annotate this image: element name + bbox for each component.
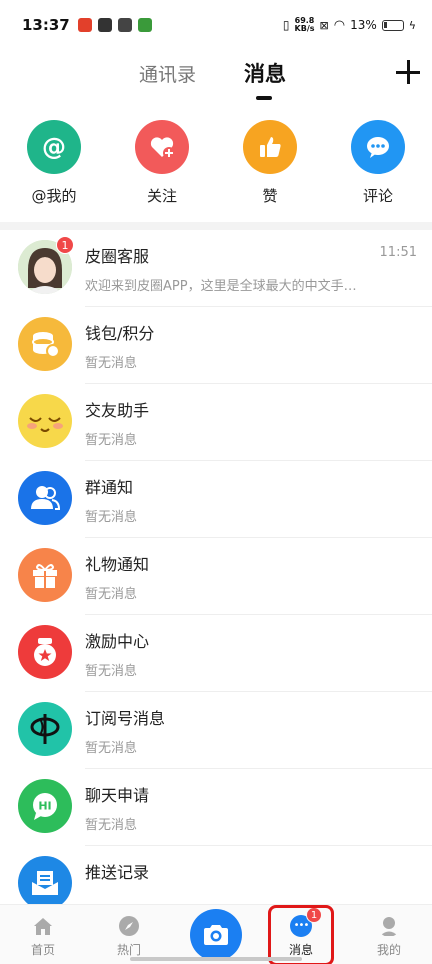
home-indicator <box>130 957 302 961</box>
battery-percent: 13% <box>350 18 377 32</box>
list-item-title: 礼物通知 <box>85 555 150 574</box>
coins-icon <box>18 317 72 371</box>
bottom-nav: 首页 热门 ••• 1 消息 我的 <box>0 904 432 964</box>
vibrate-icon: ▯ <box>282 18 290 32</box>
app-notification-icon <box>137 18 152 32</box>
list-item-title: 订阅号消息 <box>85 709 166 728</box>
section-divider <box>0 222 432 230</box>
list-item-preview: 暂无消息 <box>85 356 138 371</box>
nav-home-label: 首页 <box>30 943 55 957</box>
list-item-preview: 暂无消息 <box>85 587 138 602</box>
nav-hot-label: 热门 <box>116 943 141 957</box>
list-item-incentive-center[interactable]: 激励中心 暂无消息 <box>0 615 432 692</box>
list-item-title: 推送记录 <box>85 863 150 882</box>
svg-text:@: @ <box>42 133 66 161</box>
list-item-gift-notice[interactable]: 礼物通知 暂无消息 <box>0 538 432 615</box>
compass-icon <box>119 916 139 936</box>
list-item-preview: 暂无消息 <box>85 741 138 756</box>
mail-tray-icon <box>18 856 72 910</box>
comment-icon <box>351 120 405 174</box>
quick-action-label: 关注 <box>146 187 177 205</box>
nav-home[interactable]: 首页 <box>8 905 78 964</box>
active-tab-indicator <box>256 96 272 100</box>
quick-action-likes[interactable]: 赞 <box>216 120 324 212</box>
quick-action-label: @我的 <box>31 187 77 205</box>
heart-plus-icon <box>135 120 189 174</box>
svg-text:HI: HI <box>38 800 51 813</box>
subscription-icon <box>18 702 72 756</box>
quick-action-label: 评论 <box>362 187 393 205</box>
camera-icon <box>204 925 228 945</box>
tab-messages[interactable]: 消息 <box>244 58 286 88</box>
list-item-preview: 暂无消息 <box>85 510 138 525</box>
charging-icon: ϟ <box>408 18 416 32</box>
thumbs-up-icon <box>243 120 297 174</box>
list-item-title: 群通知 <box>85 478 134 497</box>
status-time: 13:37 <box>22 16 70 34</box>
list-item-preview: 暂无消息 <box>85 433 138 448</box>
home-icon <box>34 918 52 935</box>
quick-action-label: 赞 <box>262 187 278 205</box>
group-icon <box>18 471 72 525</box>
message-list: 1 皮圈客服 11:51 欢迎来到皮圈APP，这里是全球最大的中文手… 钱包/积… <box>0 230 432 923</box>
list-item-preview: 欢迎来到皮圈APP，这里是全球最大的中文手… <box>85 279 357 294</box>
list-item-friend-assistant[interactable]: 交友助手 暂无消息 <box>0 384 432 461</box>
highlight-box <box>268 905 334 964</box>
list-item-preview: 暂无消息 <box>85 664 138 679</box>
add-button[interactable] <box>394 58 422 86</box>
network-speed: 69.8 KB/s <box>294 16 315 33</box>
chat-hi-icon: HI <box>18 779 72 833</box>
camera-button[interactable] <box>190 909 242 961</box>
list-item-title: 激励中心 <box>85 632 150 651</box>
list-item-title: 钱包/积分 <box>85 324 155 343</box>
medal-icon <box>18 625 72 679</box>
list-item-title: 皮圈客服 <box>85 247 150 266</box>
at-icon: @ <box>27 120 81 174</box>
list-item-group-notice[interactable]: 群通知 暂无消息 <box>0 461 432 538</box>
list-item-time: 11:51 <box>379 245 417 260</box>
quick-action-follow[interactable]: 关注 <box>108 120 216 212</box>
nav-hot[interactable]: 热门 <box>94 905 164 964</box>
battery-icon <box>381 19 404 31</box>
list-item-customer-service[interactable]: 1 皮圈客服 11:51 欢迎来到皮圈APP，这里是全球最大的中文手… <box>0 230 432 307</box>
list-item-title: 交友助手 <box>85 401 150 420</box>
quick-action-comments[interactable]: 评论 <box>324 120 432 212</box>
no-sim-icon: ⊠ <box>319 18 329 32</box>
avatar: 1 <box>18 236 74 294</box>
header: 通讯录 消息 <box>0 50 432 102</box>
profile-icon <box>380 917 398 936</box>
list-item-chat-requests[interactable]: HI 聊天申请 暂无消息 <box>0 769 432 846</box>
mail-notification-icon <box>117 18 132 32</box>
tab-contacts[interactable]: 通讯录 <box>139 60 196 87</box>
list-item-preview: 暂无消息 <box>85 818 138 833</box>
quick-action-at-me[interactable]: @ @我的 <box>0 120 108 212</box>
app-notification-icon <box>77 18 92 32</box>
list-item-subscriptions[interactable]: 订阅号消息 暂无消息 <box>0 692 432 769</box>
unread-badge: 1 <box>56 236 74 254</box>
status-bar: 13:37 ▯ 69.8 KB/s ⊠ ◠ 13% ϟ <box>0 0 432 50</box>
app-notification-icon <box>97 18 112 32</box>
list-item-wallet[interactable]: 钱包/积分 暂无消息 <box>0 307 432 384</box>
smiley-face-icon <box>18 394 72 448</box>
quick-actions: @ @我的 关注 赞 评论 <box>0 120 432 212</box>
nav-mine[interactable]: 我的 <box>354 905 424 964</box>
list-item-title: 聊天申请 <box>85 786 150 805</box>
gift-icon <box>18 548 72 602</box>
wifi-icon: ◠ <box>333 17 346 33</box>
nav-mine-label: 我的 <box>376 943 401 957</box>
